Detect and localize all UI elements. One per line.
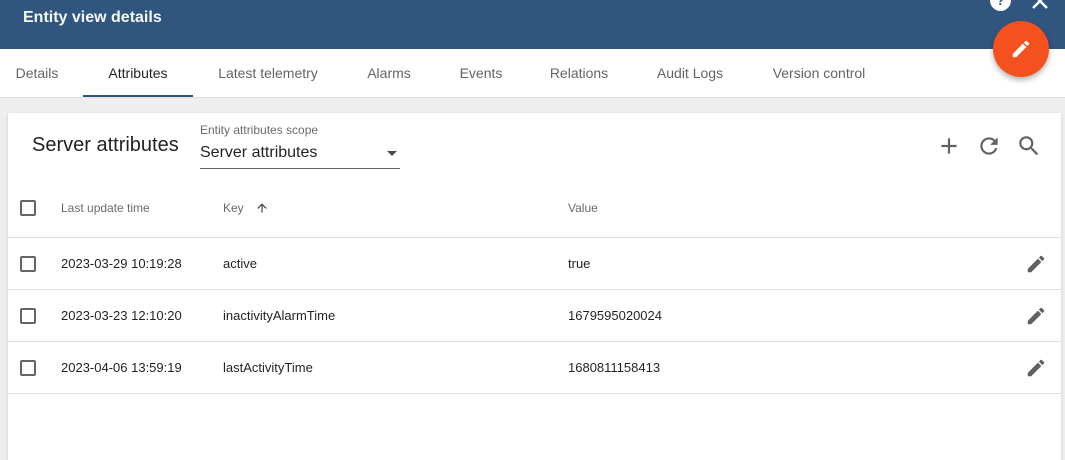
edit-icon bbox=[1027, 307, 1045, 325]
tab-details[interactable]: Details bbox=[0, 49, 74, 97]
edit-fab-button[interactable] bbox=[993, 21, 1049, 77]
cell-value: true bbox=[568, 256, 591, 271]
dialog-header: Entity view details ? bbox=[0, 0, 1065, 49]
cell-value: 1680811158413 bbox=[568, 360, 661, 375]
edit-row-button[interactable] bbox=[1025, 357, 1047, 379]
cell-value: 1679595020024 bbox=[568, 308, 662, 323]
edit-icon bbox=[1027, 359, 1045, 377]
column-header-last-update-time[interactable]: Last update time bbox=[61, 178, 150, 238]
row-checkbox[interactable] bbox=[20, 256, 36, 272]
scope-select[interactable]: Server attributes bbox=[200, 141, 400, 169]
column-header-key[interactable]: Key bbox=[223, 178, 244, 238]
close-icon[interactable] bbox=[1030, 0, 1050, 11]
tab-version-control[interactable]: Version control bbox=[757, 49, 881, 97]
scope-selected-value: Server attributes bbox=[200, 144, 318, 161]
edit-icon bbox=[1027, 255, 1045, 273]
tab-relations[interactable]: Relations bbox=[534, 49, 624, 97]
tab-attributes[interactable]: Attributes bbox=[83, 49, 193, 97]
select-all-checkbox[interactable] bbox=[20, 200, 36, 216]
table-row[interactable]: 2023-03-23 12:10:20 inactivityAlarmTime … bbox=[8, 290, 1061, 342]
cell-key: inactivityAlarmTime bbox=[223, 308, 336, 323]
cell-key: lastActivityTime bbox=[223, 360, 313, 375]
scope-label: Entity attributes scope bbox=[200, 123, 319, 137]
table-row[interactable]: 2023-04-06 13:59:19 lastActivityTime 168… bbox=[8, 342, 1061, 394]
search-icon bbox=[1019, 136, 1039, 156]
row-checkbox[interactable] bbox=[20, 308, 36, 324]
cell-last-update-time: 2023-03-23 12:10:20 bbox=[61, 308, 182, 323]
card-title: Server attributes bbox=[32, 134, 179, 156]
cell-last-update-time: 2023-03-29 10:19:28 bbox=[61, 256, 182, 271]
tab-audit-logs[interactable]: Audit Logs bbox=[642, 49, 738, 97]
table-row[interactable]: 2023-03-29 10:19:28 active true bbox=[8, 238, 1061, 290]
dialog-title: Entity view details bbox=[23, 9, 162, 26]
tab-bar: Details Attributes Latest telemetry Alar… bbox=[0, 49, 1065, 98]
column-header-value[interactable]: Value bbox=[568, 178, 598, 238]
dropdown-arrow-icon bbox=[387, 151, 397, 156]
edit-row-button[interactable] bbox=[1025, 253, 1047, 275]
cell-key: active bbox=[223, 256, 257, 271]
cell-last-update-time: 2023-04-06 13:59:19 bbox=[61, 360, 182, 375]
sort-ascending-icon bbox=[257, 203, 267, 213]
edit-row-button[interactable] bbox=[1025, 305, 1047, 327]
tab-alarms[interactable]: Alarms bbox=[346, 49, 432, 97]
help-icon[interactable]: ? bbox=[990, 0, 1011, 11]
search-button[interactable] bbox=[1016, 133, 1042, 159]
active-tab-indicator bbox=[83, 95, 193, 97]
add-attribute-button[interactable] bbox=[936, 133, 962, 159]
tab-events[interactable]: Events bbox=[440, 49, 522, 97]
row-checkbox[interactable] bbox=[20, 360, 36, 376]
refresh-icon bbox=[980, 137, 998, 155]
refresh-button[interactable] bbox=[976, 133, 1002, 159]
edit-icon bbox=[1012, 40, 1030, 58]
attributes-card: Server attributes Entity attributes scop… bbox=[8, 113, 1061, 460]
table-header: Last update time Key Value bbox=[8, 178, 1061, 238]
tab-latest-telemetry[interactable]: Latest telemetry bbox=[203, 49, 333, 97]
add-icon bbox=[941, 138, 957, 154]
